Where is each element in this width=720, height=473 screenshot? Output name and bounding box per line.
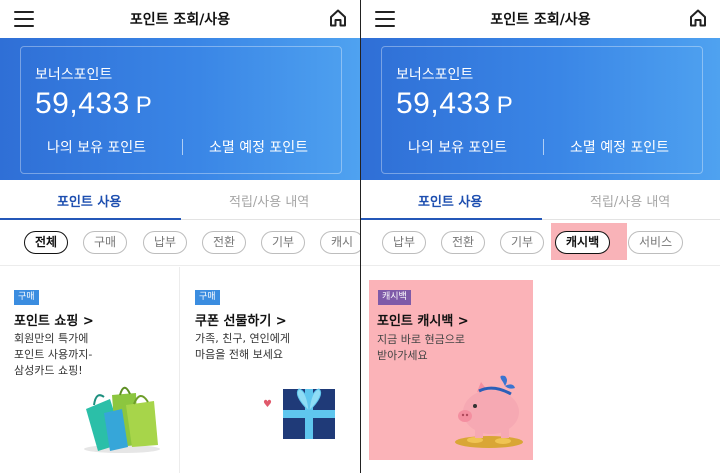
point-cashback-card[interactable]: 캐시백 포인트 캐시백 > 지금 바로 현금으로 받아가세요	[369, 280, 533, 460]
card-list: 구매 포인트 쇼핑 > 회원만의 특가에 포인트 사용까지- 삼성카드 쇼핑! …	[0, 267, 360, 473]
desc-line: 포인트 사용까지-	[14, 348, 93, 361]
gift-box-illustration: ♥	[263, 388, 335, 439]
tab-point-use[interactable]: 포인트 사용	[418, 191, 482, 210]
bonus-point-amount: 59,433	[396, 87, 491, 120]
card-title[interactable]: 쿠폰 선물하기 >	[195, 310, 287, 329]
desc-line: 마음을 전해 보세요	[195, 348, 283, 361]
home-icon[interactable]	[688, 8, 708, 28]
chip-service[interactable]: 서비스	[628, 231, 684, 254]
bonus-point-amount: 59,433	[35, 87, 130, 120]
bonus-point-label: 보너스포인트	[35, 67, 113, 83]
tab-bar: 포인트 사용 적립/사용 내역	[361, 180, 720, 220]
bonus-point-label: 보너스포인트	[396, 67, 474, 83]
desc-line: 받아가세요	[377, 349, 428, 362]
chip-payment[interactable]: 납부	[143, 231, 188, 254]
shopping-bags-illustration	[84, 386, 160, 453]
my-points-link[interactable]: 나의 보유 포인트	[408, 137, 507, 157]
top-bar: 포인트 조회/사용	[361, 0, 720, 38]
bonus-point-unit: P	[135, 92, 153, 119]
points-banner: 보너스포인트 59,433 P 나의 보유 포인트 소멸 예정 포인트	[361, 38, 720, 180]
category-badge: 구매	[195, 290, 220, 305]
card-description: 지금 바로 현금으로 받아가세요	[377, 332, 527, 364]
bonus-point-value: 59,433 P	[396, 87, 513, 121]
bonus-point-card: 보너스포인트 59,433 P 나의 보유 포인트 소멸 예정 포인트	[20, 46, 342, 174]
chip-cash[interactable]: 캐시	[320, 231, 360, 254]
chip-donate[interactable]: 기부	[261, 231, 306, 254]
category-badge: 구매	[14, 290, 39, 305]
card-title[interactable]: 포인트 쇼핑 >	[14, 310, 94, 329]
category-chips: 전체 구매 납부 전환 기부 캐시	[0, 220, 360, 266]
svg-text:♥: ♥	[263, 399, 272, 410]
card-description: 가족, 친구, 연인에게 마음을 전해 보세요	[195, 331, 345, 363]
tab-point-use[interactable]: 포인트 사용	[57, 191, 121, 210]
banner-separator	[543, 139, 544, 155]
bonus-point-value: 59,433 P	[35, 87, 152, 121]
chip-donate[interactable]: 기부	[500, 231, 545, 254]
top-bar: 포인트 조회/사용	[0, 0, 360, 38]
expiring-points-link[interactable]: 소멸 예정 포인트	[209, 137, 308, 157]
chip-payment[interactable]: 납부	[382, 231, 427, 254]
tab-history[interactable]: 적립/사용 내역	[590, 191, 670, 210]
chip-cashback[interactable]: 캐시백	[555, 231, 611, 254]
card-list: 캐시백 포인트 캐시백 > 지금 바로 현금으로 받아가세요	[361, 267, 720, 473]
my-points-link[interactable]: 나의 보유 포인트	[47, 137, 146, 157]
coupon-gift-card[interactable]: 구매 쿠폰 선물하기 > 가족, 친구, 연인에게 마음을 전해 보세요 ♥	[181, 267, 360, 473]
points-banner: 보너스포인트 59,433 P 나의 보유 포인트 소멸 예정 포인트	[0, 38, 360, 180]
right-screen: 포인트 조회/사용 보너스포인트 59,433 P 나의 보유 포인트 소멸 예정…	[361, 0, 720, 473]
banner-links: 나의 보유 포인트 소멸 예정 포인트	[21, 137, 341, 157]
home-icon[interactable]	[328, 8, 348, 28]
category-badge: 캐시백	[378, 290, 411, 305]
page-title: 포인트 조회/사용	[129, 12, 231, 28]
chip-convert[interactable]: 전환	[202, 231, 247, 254]
category-chips: 납부 전환 기부 캐시백 서비스	[361, 220, 720, 266]
bonus-point-unit: P	[496, 92, 514, 119]
chip-purchase[interactable]: 구매	[83, 231, 128, 254]
tab-bar: 포인트 사용 적립/사용 내역	[0, 180, 360, 220]
expiring-points-link[interactable]: 소멸 예정 포인트	[570, 137, 669, 157]
piggy-bank-illustration	[455, 375, 523, 448]
desc-line: 가족, 친구, 연인에게	[195, 332, 290, 345]
chip-all[interactable]: 전체	[24, 231, 69, 254]
card-title[interactable]: 포인트 캐시백 >	[377, 310, 469, 329]
desc-line: 회원만의 특가에	[14, 332, 89, 345]
page-title: 포인트 조회/사용	[490, 12, 591, 28]
bonus-point-card: 보너스포인트 59,433 P 나의 보유 포인트 소멸 예정 포인트	[381, 46, 703, 174]
banner-separator	[182, 139, 183, 155]
chip-convert[interactable]: 전환	[441, 231, 486, 254]
left-screen: 포인트 조회/사용 보너스포인트 59,433 P 나의 보유 포인트 소멸 예정…	[0, 0, 360, 473]
desc-line: 지금 바로 현금으로	[377, 333, 465, 346]
tab-history[interactable]: 적립/사용 내역	[229, 191, 309, 210]
banner-links: 나의 보유 포인트 소멸 예정 포인트	[382, 137, 702, 157]
card-description: 회원만의 특가에 포인트 사용까지- 삼성카드 쇼핑!	[14, 331, 164, 379]
point-shopping-card[interactable]: 구매 포인트 쇼핑 > 회원만의 특가에 포인트 사용까지- 삼성카드 쇼핑!	[0, 267, 180, 473]
